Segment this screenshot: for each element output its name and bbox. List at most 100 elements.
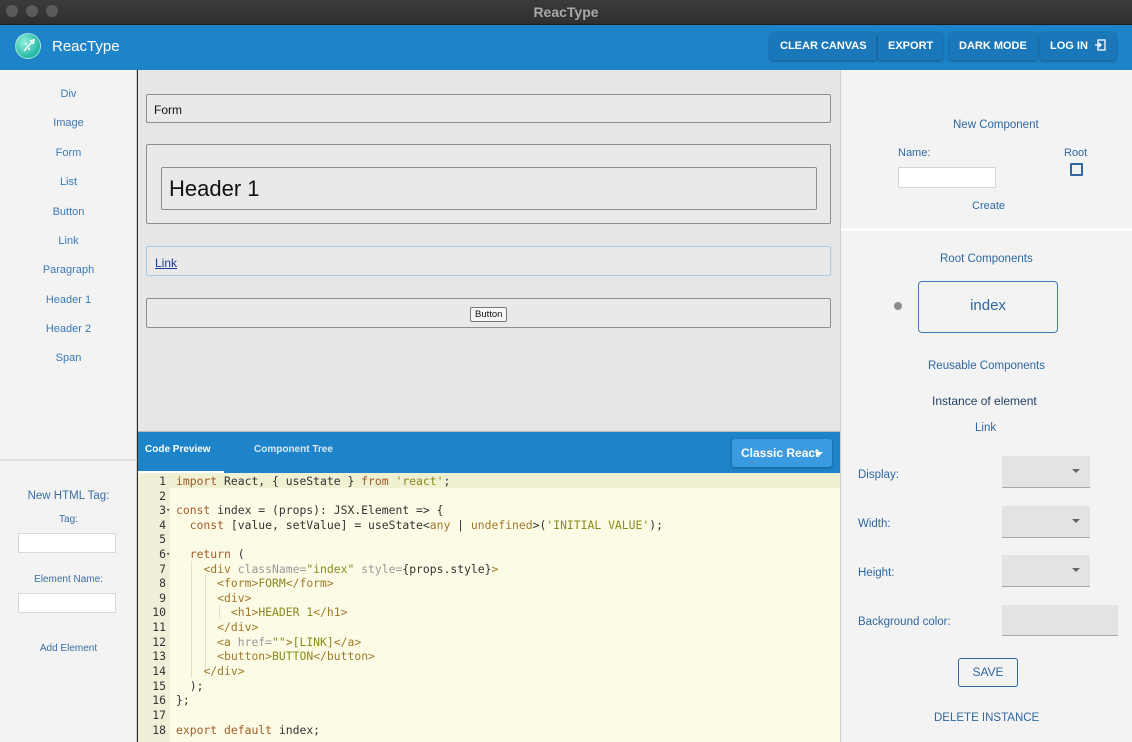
width-select[interactable] bbox=[1002, 506, 1090, 538]
design-canvas[interactable]: Form Header 1 Link Button bbox=[138, 70, 840, 432]
canvas-header1-text: Header 1 bbox=[169, 176, 260, 201]
code-line-13: <button>BUTTON</button> bbox=[217, 649, 375, 663]
code-line-16: }; bbox=[176, 693, 190, 707]
instance-heading: Instance of element bbox=[932, 394, 1037, 408]
background-color-label: Background color: bbox=[858, 616, 951, 628]
component-image[interactable]: Image bbox=[0, 117, 137, 129]
element-name-input[interactable] bbox=[18, 593, 116, 613]
line-number: 10 bbox=[152, 605, 166, 619]
add-element-button[interactable]: Add Element bbox=[0, 643, 137, 654]
tag-label: Tag: bbox=[59, 514, 78, 525]
right-panel: New Component Name: Root Create Root Com… bbox=[840, 70, 1132, 742]
line-number: 1 bbox=[159, 474, 166, 488]
code-tabs-bar: Code Preview Component Tree Classic Reac… bbox=[138, 432, 840, 473]
line-number: 15 bbox=[152, 679, 166, 693]
app-bar: ReacType CLEAR CANVAS EXPORT DARK MODE L… bbox=[0, 25, 1132, 70]
line-number: 16 bbox=[152, 693, 166, 707]
code-line-14: </div> bbox=[203, 664, 245, 678]
component-button[interactable]: Button bbox=[0, 206, 137, 218]
code-editor[interactable]: 1 2 3 4 5 6 7 8 9 10 11 12 13 14 15 16 17 18 ▾ ▾ import R… bbox=[138, 473, 840, 742]
tag-input[interactable] bbox=[18, 533, 116, 553]
root-label: Root bbox=[1064, 147, 1088, 159]
root-checkbox[interactable] bbox=[1070, 163, 1083, 176]
line-number: 3 bbox=[159, 503, 166, 517]
chevron-down-icon bbox=[1072, 519, 1080, 523]
element-name-label: Element Name: bbox=[34, 574, 103, 585]
line-number: 5 bbox=[159, 532, 166, 546]
chevron-down-icon bbox=[1072, 568, 1080, 572]
code-line-1: import React, { useState } from 'react'; bbox=[176, 474, 451, 488]
component-header2[interactable]: Header 2 bbox=[0, 323, 137, 335]
react-mode-value: Classic React bbox=[741, 446, 820, 460]
react-mode-select[interactable]: Classic React bbox=[732, 439, 832, 467]
canvas-button-wrapper[interactable]: Button bbox=[146, 298, 831, 328]
export-button[interactable]: EXPORT bbox=[878, 32, 944, 60]
reactype-logo-icon bbox=[15, 33, 41, 59]
line-number: 11 bbox=[152, 620, 166, 634]
code-line-8: <form>FORM</form> bbox=[217, 576, 334, 590]
code-line-7: <div className="index" style={props.styl… bbox=[203, 562, 499, 576]
line-number: 18 bbox=[152, 723, 166, 737]
line-number: 13 bbox=[152, 649, 166, 663]
reusable-components-heading: Reusable Components bbox=[928, 360, 1045, 372]
name-label: Name: bbox=[898, 147, 931, 159]
code-line-15: ); bbox=[176, 679, 204, 693]
component-list[interactable]: List bbox=[0, 176, 137, 188]
instance-name: Link bbox=[975, 422, 997, 434]
tab-code-preview[interactable]: Code Preview bbox=[145, 444, 211, 455]
component-link[interactable]: Link bbox=[0, 235, 137, 247]
background-color-input[interactable] bbox=[1002, 605, 1118, 636]
login-button[interactable]: LOG IN bbox=[1040, 32, 1116, 60]
canvas-form[interactable]: Form bbox=[146, 94, 831, 123]
fold-arrow-icon[interactable]: ▾ bbox=[166, 550, 170, 558]
left-divider bbox=[0, 459, 137, 461]
create-button[interactable]: Create bbox=[972, 200, 1005, 212]
line-number: 8 bbox=[159, 576, 166, 590]
code-line-11: </div> bbox=[217, 620, 259, 634]
root-indicator-dot-icon bbox=[894, 302, 902, 310]
code-line-3: const index = (props): JSX.Element => { bbox=[176, 503, 444, 517]
canvas-button[interactable]: Button bbox=[470, 307, 508, 322]
new-component-heading: New Component bbox=[953, 119, 1039, 131]
width-label: Width: bbox=[858, 518, 891, 530]
right-divider bbox=[841, 228, 1132, 231]
app-brand: ReacType bbox=[52, 38, 120, 55]
line-number: 17 bbox=[152, 708, 166, 722]
tab-component-tree[interactable]: Component Tree bbox=[254, 444, 333, 455]
component-span[interactable]: Span bbox=[0, 352, 137, 364]
index-component-card[interactable]: index bbox=[918, 281, 1058, 333]
line-number: 9 bbox=[159, 591, 166, 605]
line-number: 6 bbox=[159, 547, 166, 561]
canvas-div[interactable]: Header 1 bbox=[146, 144, 831, 224]
component-paragraph[interactable]: Paragraph bbox=[0, 264, 137, 276]
component-form[interactable]: Form bbox=[0, 147, 137, 159]
left-panel: Div Image Form List Button Link Paragrap… bbox=[0, 70, 137, 742]
component-div[interactable]: Div bbox=[0, 88, 137, 100]
height-select[interactable] bbox=[1002, 555, 1090, 587]
line-number: 14 bbox=[152, 664, 166, 678]
canvas-link[interactable]: Link bbox=[146, 246, 831, 276]
code-line-6: return ( bbox=[189, 547, 245, 561]
display-select[interactable] bbox=[1002, 456, 1090, 488]
canvas-link-text[interactable]: Link bbox=[155, 256, 177, 270]
clear-canvas-button[interactable]: CLEAR CANVAS bbox=[770, 32, 877, 60]
height-label: Height: bbox=[858, 567, 895, 579]
chevron-down-icon bbox=[815, 452, 823, 456]
code-line-18: export default index; bbox=[176, 723, 321, 737]
line-number: 12 bbox=[152, 635, 166, 649]
root-components-heading: Root Components bbox=[940, 253, 1033, 265]
dark-mode-button[interactable]: DARK MODE bbox=[949, 32, 1037, 60]
component-name-input[interactable] bbox=[898, 167, 996, 188]
line-number: 4 bbox=[159, 518, 166, 532]
login-label: LOG IN bbox=[1050, 40, 1088, 52]
display-label: Display: bbox=[858, 469, 899, 481]
new-html-tag-heading: New HTML Tag: bbox=[27, 490, 110, 502]
chevron-down-icon bbox=[1072, 469, 1080, 473]
save-button[interactable]: SAVE bbox=[958, 658, 1018, 687]
login-icon bbox=[1094, 39, 1106, 51]
canvas-header1[interactable]: Header 1 bbox=[161, 167, 817, 210]
window-titlebar: ReacType bbox=[0, 0, 1132, 25]
fold-arrow-icon[interactable]: ▾ bbox=[166, 506, 170, 514]
delete-instance-button[interactable]: DELETE INSTANCE bbox=[934, 712, 1039, 724]
component-header1[interactable]: Header 1 bbox=[0, 294, 137, 306]
